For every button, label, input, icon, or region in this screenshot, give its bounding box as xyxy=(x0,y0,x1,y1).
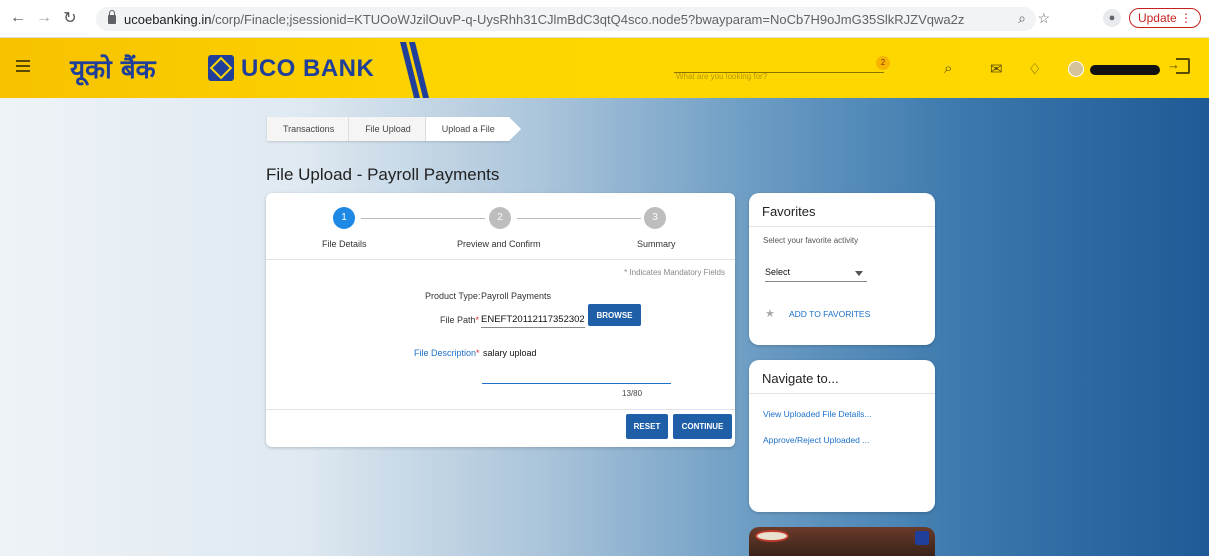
file-path-label: File Path* xyxy=(440,315,480,325)
favorites-title: Favorites xyxy=(749,193,935,227)
nav-link-approve-reject[interactable]: Approve/Reject Uploaded ... xyxy=(763,435,869,445)
divider xyxy=(266,259,735,260)
file-upload-card: 1 2 3 File Details Preview and Confirm S… xyxy=(266,193,735,447)
product-type-label: Product Type: xyxy=(425,291,481,301)
add-to-favorites-link[interactable]: ADD TO FAVORITES xyxy=(789,309,870,319)
breadcrumb-item-file-upload[interactable]: File Upload xyxy=(349,117,426,141)
lock-icon xyxy=(108,9,116,24)
uco-logo-icon xyxy=(915,531,929,545)
bank-name: UCO BANK xyxy=(241,55,375,82)
divider xyxy=(266,409,735,410)
favorites-description: Select your favorite activity xyxy=(763,236,859,245)
zoom-icon[interactable]: ⌕ xyxy=(1018,10,1026,27)
file-description-underline xyxy=(482,383,671,384)
step-1-label: File Details xyxy=(322,239,367,249)
search-underline xyxy=(674,72,884,73)
favorites-select[interactable]: Select xyxy=(765,267,867,282)
nav-link-view-uploaded[interactable]: View Uploaded File Details... xyxy=(763,409,872,419)
reset-button[interactable]: RESET xyxy=(626,414,668,439)
back-arrow-icon[interactable]: ← xyxy=(6,9,30,27)
character-counter: 13/80 xyxy=(622,389,643,398)
search-input[interactable]: What are you looking for? xyxy=(676,72,767,81)
star-icon[interactable]: ★ xyxy=(765,307,775,320)
step-connector xyxy=(361,218,485,219)
forward-arrow-icon[interactable]: → xyxy=(32,9,56,27)
url-text[interactable]: ucoebanking.in/corp/Finacle;jsessionid=K… xyxy=(124,12,964,27)
update-button[interactable]: Update ⋮ xyxy=(1128,8,1201,28)
logout-icon[interactable] xyxy=(1167,57,1190,74)
address-bar[interactable]: ucoebanking.in/corp/Finacle;jsessionid=K… xyxy=(96,7,1050,31)
breadcrumb: Transactions File Upload Upload a File xyxy=(267,117,521,141)
bank-logo-icon xyxy=(208,55,234,81)
continue-button[interactable]: CONTINUE xyxy=(673,414,732,439)
browse-button[interactable]: BROWSE xyxy=(588,304,641,326)
breadcrumb-item-upload-a-file: Upload a File xyxy=(425,117,521,141)
step-1-circle: 1 xyxy=(333,207,355,229)
page-title: File Upload - Payroll Payments xyxy=(266,165,500,184)
search-icon[interactable]: ⌕ xyxy=(944,60,952,77)
product-type-value: Payroll Payments xyxy=(481,291,552,301)
file-path-field[interactable]: ENEFT20112117352302 xyxy=(481,314,585,328)
breadcrumb-item-transactions[interactable]: Transactions xyxy=(267,117,350,141)
bank-name-hindi: यूको बैंक xyxy=(70,55,156,85)
bell-icon[interactable]: ♢ xyxy=(1028,60,1041,78)
menu-icon[interactable] xyxy=(16,60,30,75)
step-3-label: Summary xyxy=(637,239,676,249)
profile-icon[interactable]: ● xyxy=(1102,9,1121,27)
step-2-label: Preview and Confirm xyxy=(457,239,541,249)
mandatory-note: * Indicates Mandatory Fields xyxy=(624,268,725,277)
logo-stripes-icon xyxy=(400,42,429,98)
step-connector xyxy=(517,218,641,219)
reload-icon[interactable]: ↻ xyxy=(58,8,82,28)
step-2-circle: 2 xyxy=(489,207,511,229)
favorites-card: Favorites Select your favorite activity … xyxy=(749,193,935,345)
mail-icon[interactable]: ✉ xyxy=(990,60,1003,78)
step-3-circle: 3 xyxy=(644,207,666,229)
promo-banner[interactable] xyxy=(749,527,935,556)
avatar[interactable] xyxy=(1068,61,1084,77)
promo-logo-icon xyxy=(755,530,789,542)
navigate-card: Navigate to... View Uploaded File Detail… xyxy=(749,360,935,512)
navigate-title: Navigate to... xyxy=(749,360,935,394)
browser-toolbar: ← → ↻ ucoebanking.in/corp/Finacle;jsessi… xyxy=(0,0,1209,38)
notification-badge: 2 xyxy=(876,56,890,70)
user-name-redacted xyxy=(1090,65,1160,75)
file-description-field[interactable]: salary upload xyxy=(483,348,537,358)
file-description-label: File Description* xyxy=(414,348,480,358)
bookmark-star-icon[interactable]: ☆ xyxy=(1037,10,1050,27)
